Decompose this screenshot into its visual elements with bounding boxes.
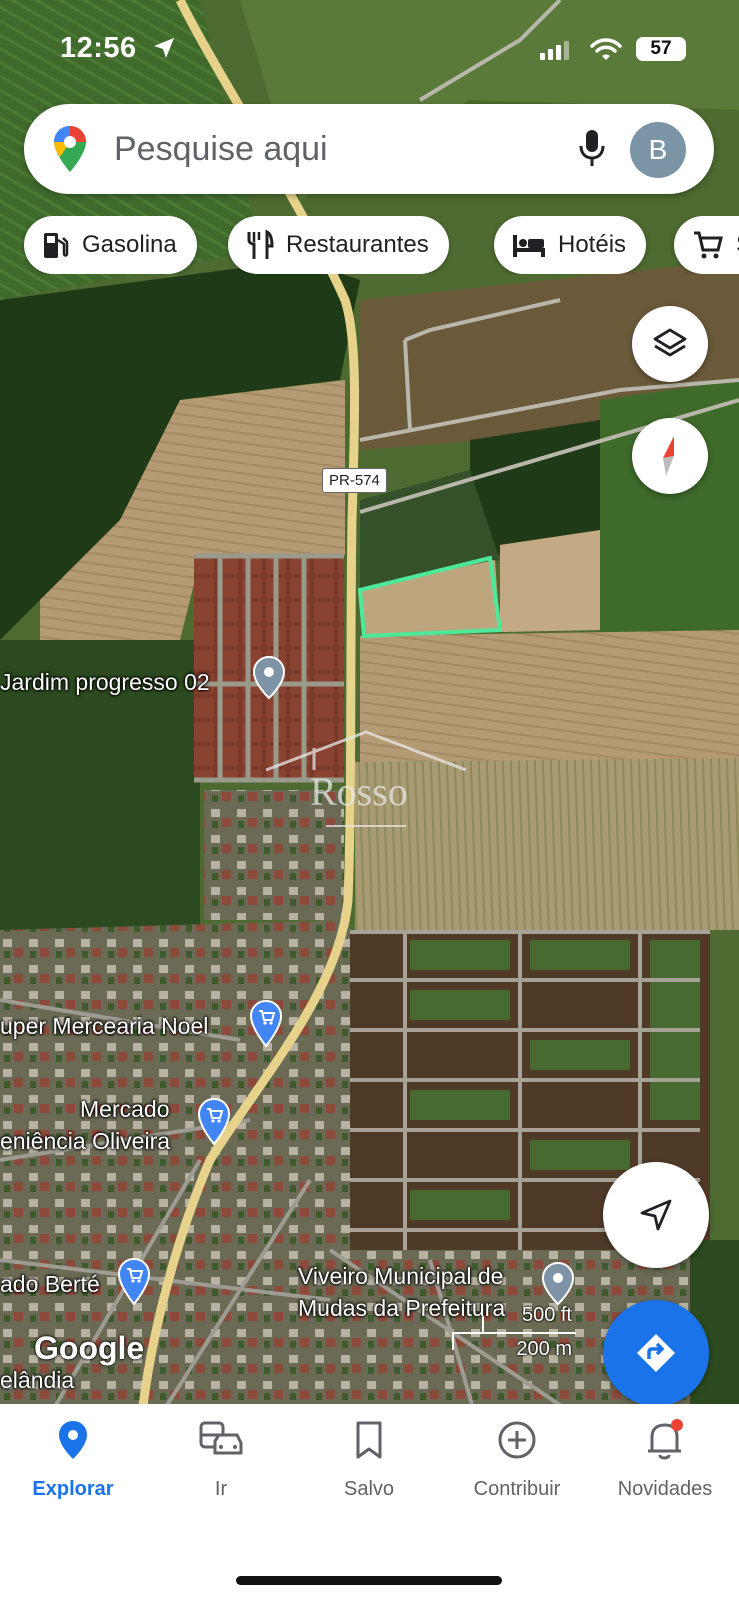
shopping-pin-icon[interactable]: [198, 1098, 230, 1146]
category-chips: Gasolina Restaurantes Hotéis S: [0, 216, 739, 274]
tab-novidades[interactable]: Novidades: [595, 1418, 735, 1501]
location-arrow-icon: [154, 38, 174, 58]
place-label-town[interactable]: elândia: [0, 1367, 74, 1393]
cell-signal-icon: [540, 41, 569, 60]
chip-gasolina[interactable]: Gasolina: [24, 216, 197, 274]
layers-button[interactable]: [632, 306, 708, 382]
home-indicator[interactable]: [236, 1576, 502, 1585]
chip-label: Hotéis: [558, 231, 627, 258]
shopping-cart-icon: [694, 231, 723, 259]
explore-pin-icon: [59, 1421, 87, 1459]
bottom-navigation: Explorar Ir Salvo Contribuir Novidades: [0, 1404, 739, 1600]
tab-ir[interactable]: Ir: [151, 1418, 291, 1501]
status-bar: 12:56 57: [0, 28, 739, 68]
bookmark-icon: [356, 1421, 382, 1459]
compass-icon: [663, 436, 674, 476]
tab-label: Novidades: [617, 1478, 713, 1500]
shopping-pin-icon[interactable]: [118, 1258, 150, 1306]
hotel-icon: [513, 235, 545, 257]
tab-label: Explorar: [32, 1478, 114, 1500]
place-pin-icon[interactable]: [253, 656, 285, 700]
navigation-arrow-icon: [640, 1199, 672, 1231]
gas-station-icon: [44, 233, 69, 258]
directions-icon: [637, 1334, 675, 1372]
tab-label: Contribuir: [473, 1478, 561, 1500]
battery-indicator: 57: [636, 37, 686, 61]
commute-icon: [199, 1421, 243, 1455]
scale-imperial: 500 ft: [521, 1304, 572, 1326]
tab-salvo[interactable]: Salvo: [299, 1418, 439, 1501]
notification-dot: [671, 1419, 683, 1431]
my-location-button[interactable]: [603, 1162, 709, 1268]
search-input[interactable]: Pesquise aqui: [114, 130, 328, 169]
tab-label: Ir: [214, 1478, 228, 1500]
account-avatar[interactable]: B: [630, 122, 686, 178]
tab-explorar[interactable]: Explorar: [3, 1418, 143, 1501]
chip-label: Restaurantes: [286, 231, 429, 258]
place-label-oliveira[interactable]: eniência Oliveira: [0, 1128, 170, 1154]
compass-button[interactable]: [632, 418, 708, 494]
place-label-mercado[interactable]: Mercado: [80, 1096, 169, 1122]
place-label-berte[interactable]: ado Berté: [0, 1271, 100, 1297]
restaurant-icon: [247, 230, 274, 259]
chip-hoteis[interactable]: Hotéis: [494, 216, 647, 274]
microphone-icon[interactable]: [578, 128, 606, 168]
search-bar[interactable]: Pesquise aqui B: [24, 104, 714, 194]
place-pin-icon[interactable]: [542, 1262, 574, 1306]
shopping-pin-icon[interactable]: [250, 1000, 282, 1048]
place-label-mercearia[interactable]: uper Mercearia Noel: [0, 1013, 208, 1039]
chip-shopping[interactable]: S: [674, 216, 739, 274]
google-attribution: Google: [34, 1330, 145, 1366]
bell-icon: [648, 1419, 683, 1460]
add-circle-icon: [498, 1421, 536, 1459]
status-time: 12:56: [60, 32, 137, 64]
scale-bar: 500 ft 200 m: [452, 1304, 576, 1362]
watermark-text: Rosso: [310, 769, 408, 814]
directions-button[interactable]: [603, 1300, 709, 1406]
rosso-watermark: Rosso: [265, 730, 467, 840]
google-maps-logo-icon: [54, 126, 86, 172]
place-label-viveiro[interactable]: Viveiro Municipal de: [298, 1263, 503, 1289]
chip-restaurantes[interactable]: Restaurantes: [228, 216, 449, 274]
tab-contribuir[interactable]: Contribuir: [447, 1418, 587, 1501]
road-shield-pr574[interactable]: PR-574: [322, 468, 387, 493]
chip-label: Gasolina: [82, 231, 177, 258]
wifi-icon: [590, 38, 622, 60]
tab-label: Salvo: [343, 1478, 395, 1500]
scale-metric: 200 m: [516, 1338, 572, 1360]
place-label-jardim-progresso[interactable]: Jardim progresso 02: [0, 669, 210, 695]
layers-icon: [653, 328, 687, 357]
